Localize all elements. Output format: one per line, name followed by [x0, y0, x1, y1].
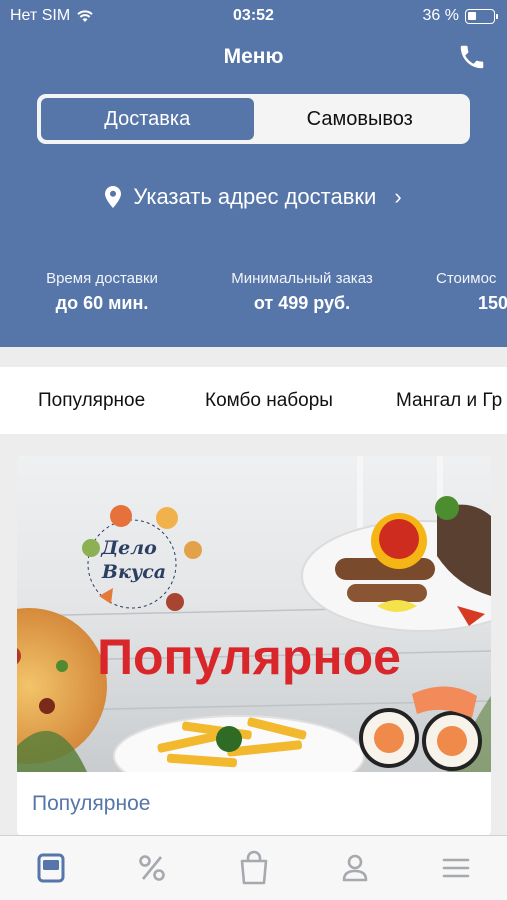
info-value: 150: [478, 293, 507, 313]
banner-title: Популярное: [97, 629, 401, 685]
location-pin-icon: [105, 186, 122, 208]
tab-promotions[interactable]: [134, 850, 170, 886]
hamburger-icon: [442, 858, 470, 878]
header: Нет SIM 03:52 36 % Меню Доставка Самовыв…: [0, 0, 507, 347]
pickup-option[interactable]: Самовывоз: [254, 98, 467, 140]
chevron-right-icon: ›: [394, 184, 402, 209]
tab-combo[interactable]: Комбо наборы: [205, 390, 333, 412]
battery-icon: [465, 8, 498, 24]
tab-more[interactable]: [438, 850, 474, 886]
delivery-toggle: Доставка Самовывоз: [37, 94, 470, 144]
menu-icon: [37, 853, 65, 883]
category-banner-image: Дело Вкуса Популярное: [17, 456, 491, 772]
phone-icon[interactable]: [457, 42, 487, 72]
delivery-info: Время доставки до 60 мин. Минимальный за…: [0, 270, 507, 320]
tab-grill[interactable]: Мангал и Гр: [396, 390, 502, 412]
tab-profile[interactable]: [337, 850, 373, 886]
battery-fill: [468, 11, 476, 20]
category-tabs: Популярное Комбо наборы Мангал и Гр: [0, 367, 507, 434]
profile-icon: [342, 854, 368, 882]
info-label: Стоимос: [436, 270, 497, 287]
info-value: до 60 мин.: [55, 293, 149, 313]
tab-popular[interactable]: Популярное: [38, 390, 145, 412]
address-link[interactable]: Указать адрес доставки ›: [0, 184, 507, 210]
info-value: от 499 руб.: [253, 293, 351, 313]
banner-illustration: Дело Вкуса Популярное: [17, 456, 491, 772]
logo-text-1: Дело: [100, 537, 157, 559]
info-delivery-time: Время доставки до 60 мин.: [36, 270, 168, 314]
logo-text-2: Вкуса: [101, 561, 166, 583]
info-label: Время доставки: [46, 270, 158, 287]
page-title: Меню: [223, 45, 284, 68]
info-label: Минимальный заказ: [231, 270, 373, 287]
percent-icon: [139, 855, 165, 881]
info-min-order: Минимальный заказ от 499 руб.: [218, 270, 386, 314]
bag-icon: [240, 850, 268, 885]
status-right: 36 %: [422, 7, 498, 25]
address-label: Указать адрес доставки: [133, 184, 377, 209]
battery-percent: 36 %: [422, 7, 459, 24]
tab-cart[interactable]: [236, 850, 272, 886]
delivery-option[interactable]: Доставка: [41, 98, 254, 140]
tab-menu[interactable]: [33, 850, 69, 886]
status-bar: Нет SIM 03:52 36 %: [0, 0, 507, 32]
info-delivery-cost: Стоимос 150: [436, 270, 507, 314]
category-card[interactable]: Дело Вкуса Популярное Популярное: [17, 456, 491, 836]
bottom-tab-bar: [0, 835, 507, 900]
card-title: Популярное: [32, 792, 151, 815]
